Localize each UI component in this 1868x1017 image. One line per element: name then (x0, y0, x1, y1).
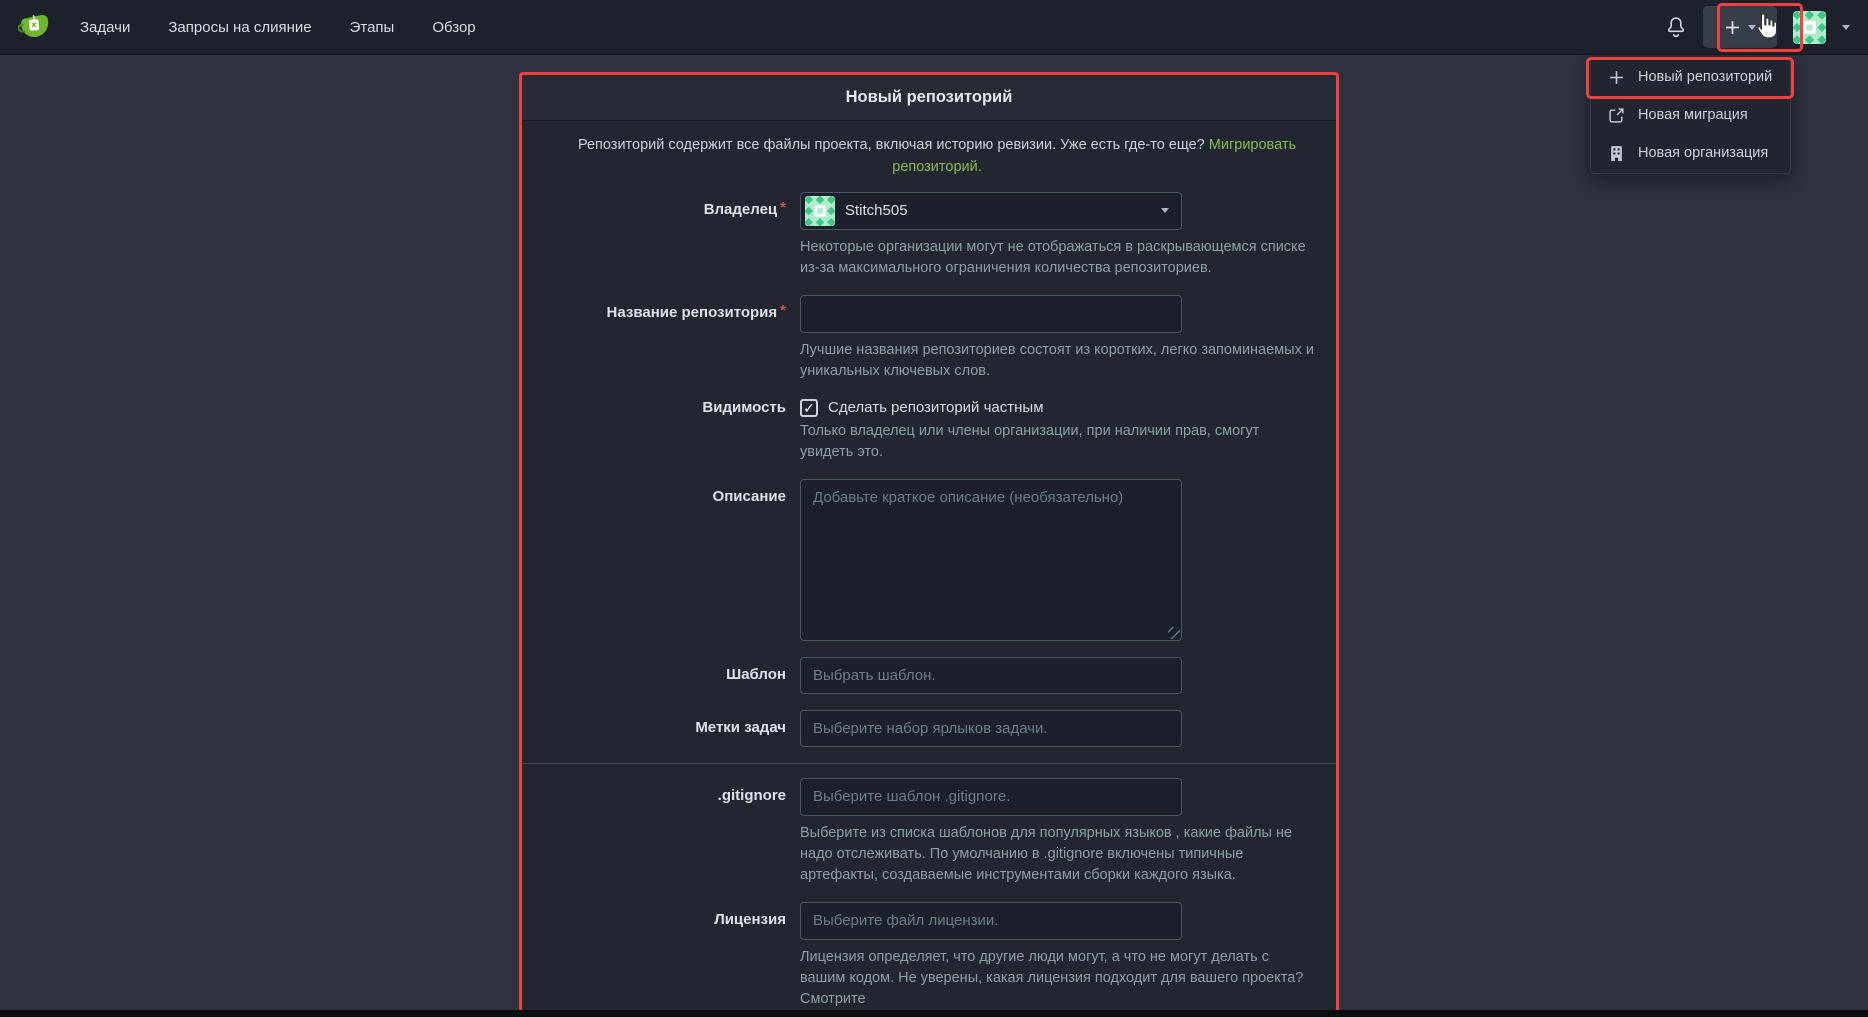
menu-item-label: Новая организация (1638, 145, 1768, 161)
license-input[interactable] (800, 902, 1182, 940)
issue-labels-label: Метки задач (522, 710, 800, 737)
menu-item-label: Новая миграция (1638, 107, 1748, 123)
gitea-logo[interactable] (18, 10, 52, 44)
menu-item-new-organization[interactable]: Новая организация (1591, 134, 1790, 172)
nav-link-issues[interactable]: Задачи (80, 19, 130, 36)
field-license: Лицензия Лицензия определяет, что другие… (522, 902, 1336, 1011)
user-avatar[interactable] (1793, 11, 1826, 44)
menu-item-label: Новый репозиторий (1638, 69, 1772, 85)
issue-labels-input[interactable] (800, 710, 1182, 747)
private-checkbox[interactable]: ✓ (800, 399, 818, 417)
plus-icon (1724, 19, 1741, 36)
nav-link-milestones[interactable]: Этапы (350, 19, 395, 36)
owner-selected-value: Stitch505 (845, 202, 1161, 219)
gitignore-label: .gitignore (522, 778, 800, 805)
repo-name-help: Лучшие названия репозиториев состоят из … (800, 340, 1315, 382)
notifications-bell-icon[interactable] (1665, 16, 1687, 38)
field-issue-labels: Метки задач (522, 710, 1336, 747)
license-help-text: Лицензия определяет, что другие люди мог… (800, 949, 1303, 1007)
nav-link-explore[interactable]: Обзор (432, 19, 475, 36)
gitea-new-repository-page: Задачи Запросы на слияние Этапы Обзор (0, 0, 1868, 1017)
new-repository-panel: Новый репозиторий Репозиторий содержит в… (522, 75, 1336, 1011)
migrate-icon (1608, 107, 1625, 124)
private-checkbox-label[interactable]: Сделать репозиторий частным (828, 399, 1044, 416)
repo-name-label: Название репозитория* (522, 295, 800, 322)
avatar-identicon (1793, 11, 1826, 44)
template-label: Шаблон (522, 657, 800, 684)
visibility-help: Только владелец или члены организации, п… (800, 421, 1315, 463)
license-help: Лицензия определяет, что другие люди мог… (800, 947, 1315, 1011)
section-divider (522, 763, 1336, 764)
menu-item-new-repository[interactable]: Новый репозиторий (1591, 58, 1790, 96)
owner-avatar (805, 196, 835, 226)
menu-item-new-migration[interactable]: Новая миграция (1591, 96, 1790, 134)
owner-label: Владелец* (522, 192, 800, 219)
field-visibility: Видимость ✓ Сделать репозиторий частным … (522, 398, 1336, 463)
navbar: Задачи Запросы на слияние Этапы Обзор (0, 0, 1868, 55)
chevron-down-icon (1161, 208, 1169, 213)
user-menu-chevron-icon[interactable] (1842, 25, 1850, 30)
create-new-button[interactable] (1703, 6, 1777, 48)
gitignore-input[interactable] (800, 778, 1182, 816)
organization-icon (1608, 145, 1625, 162)
panel-body: Репозиторий содержит все файлы проекта, … (522, 121, 1336, 1011)
description-label: Описание (522, 479, 800, 506)
chevron-down-icon (1748, 25, 1756, 30)
panel-header: Новый репозиторий (522, 75, 1336, 121)
visibility-label: Видимость (522, 398, 800, 417)
field-template: Шаблон (522, 657, 1336, 694)
gitignore-help: Выберите из списка шаблонов для популярн… (800, 823, 1315, 886)
field-owner: Владелец* (522, 192, 1336, 279)
page-title: Новый репозиторий (846, 88, 1013, 107)
owner-select[interactable]: Stitch505 (800, 192, 1182, 230)
navbar-right (1665, 6, 1850, 48)
license-label: Лицензия (522, 902, 800, 929)
description-textarea[interactable] (800, 479, 1182, 641)
required-asterisk: * (780, 302, 786, 319)
nav-link-pull-requests[interactable]: Запросы на слияние (168, 19, 311, 36)
required-asterisk: * (780, 199, 786, 216)
field-gitignore: .gitignore Выберите из списка шаблонов д… (522, 778, 1336, 886)
repo-name-input[interactable] (800, 295, 1182, 333)
bottom-edge-bar (0, 1010, 1868, 1017)
owner-help: Некоторые организации могут не отображат… (800, 237, 1315, 279)
field-description: Описание (522, 479, 1336, 641)
field-repo-name: Название репозитория* Лучшие названия ре… (522, 295, 1336, 382)
plus-icon (1608, 69, 1625, 86)
intro-text: Репозиторий содержит все файлы проекта, … (578, 137, 1209, 153)
template-input[interactable] (800, 657, 1182, 694)
create-dropdown-menu: Новый репозиторий Новая миграция Новая о… (1590, 57, 1791, 174)
form-intro: Репозиторий содержит все файлы проекта, … (522, 135, 1336, 179)
